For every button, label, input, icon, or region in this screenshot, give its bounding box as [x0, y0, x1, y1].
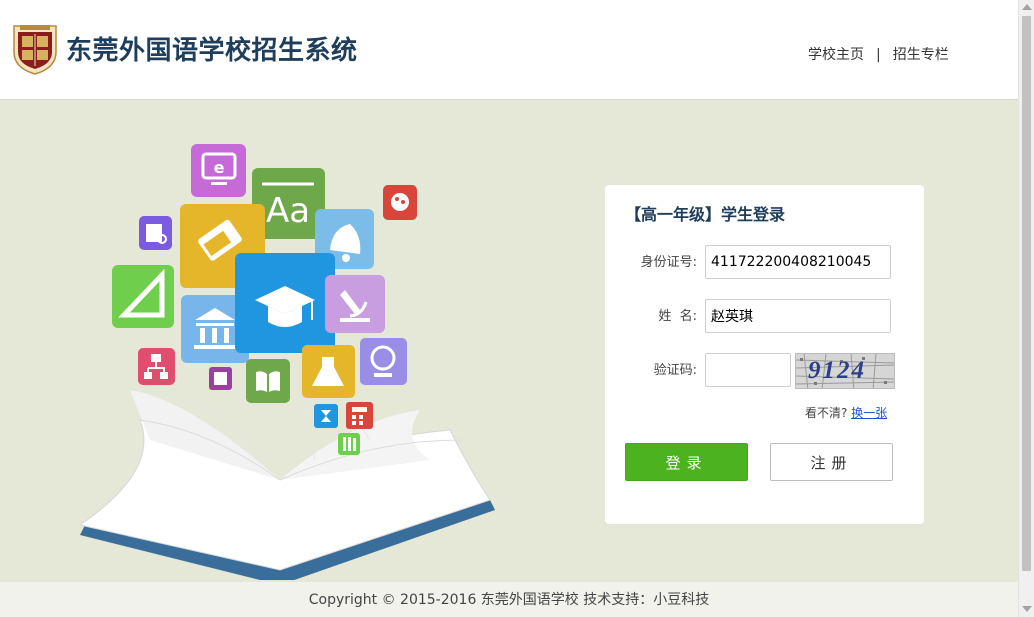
login-title: 【高一年级】学生登录 [625, 205, 786, 224]
nav-separator: | [876, 47, 881, 63]
school-crest-icon[interactable] [12, 22, 58, 76]
palette-icon [383, 185, 417, 220]
nav-admissions-link[interactable]: 招生专栏 [893, 47, 949, 63]
id-number-label: 身份证号: [640, 255, 697, 270]
ebook-icon: e [191, 144, 246, 197]
svg-text:Aa: Aa [266, 191, 310, 231]
site-title: 东莞外国语学校招生系统 [66, 36, 358, 66]
flask-icon [302, 345, 355, 398]
library-icon [139, 216, 172, 250]
scroll-down-arrow-icon[interactable] [1022, 606, 1032, 612]
name-label: 姓 名: [658, 309, 697, 324]
calendar-icon [209, 367, 232, 390]
refresh-captcha-row: 看不清? 换一张 [805, 404, 887, 421]
ruler-icon [112, 265, 174, 328]
open-book-icon [78, 389, 495, 580]
calculator-icon [346, 402, 373, 429]
refresh-captcha-link[interactable]: 换一张 [851, 406, 887, 420]
hourglass-icon [314, 404, 338, 428]
captcha-label: 验证码: [653, 363, 697, 378]
login-card: 【高一年级】学生登录 身份证号: 姓 名: 验证码: 9124 [605, 185, 924, 524]
main-area: e Aa 【高一年级】学生登录 身份证号: 姓 名: 验证码: [0, 100, 1018, 582]
footer: Copyright © 2015-2016 东莞外国语学校 技术支持：小豆科技 [0, 582, 1018, 617]
captcha-input[interactable] [705, 353, 791, 387]
network-icon [138, 348, 175, 385]
id-number-input[interactable] [705, 245, 891, 279]
book-icon [246, 359, 290, 403]
captcha-text: 9124 [808, 357, 866, 384]
name-input[interactable] [705, 299, 891, 333]
books-icon [338, 433, 360, 455]
register-button[interactable]: 注册 [770, 443, 893, 481]
captcha-image[interactable]: 9124 [795, 353, 895, 389]
vertical-scrollbar[interactable] [1018, 0, 1034, 617]
microscope-icon [325, 275, 385, 333]
login-button[interactable]: 登录 [625, 443, 748, 481]
top-nav: 学校主页 | 招生专栏 [808, 44, 949, 64]
scroll-up-arrow-icon[interactable] [1022, 4, 1032, 10]
refresh-prompt: 看不清? [805, 406, 848, 420]
education-illustration: e Aa [78, 144, 495, 580]
graduation-cap-icon [235, 253, 335, 353]
nav-school-home-link[interactable]: 学校主页 [808, 47, 864, 63]
scroll-thumb[interactable] [1022, 16, 1031, 571]
header: 东莞外国语学校招生系统 学校主页 | 招生专栏 [0, 0, 1018, 100]
svg-text:e: e [214, 158, 225, 177]
globe-icon [360, 338, 407, 385]
copyright-text: Copyright © 2015-2016 东莞外国语学校 技术支持：小豆科技 [308, 592, 710, 608]
